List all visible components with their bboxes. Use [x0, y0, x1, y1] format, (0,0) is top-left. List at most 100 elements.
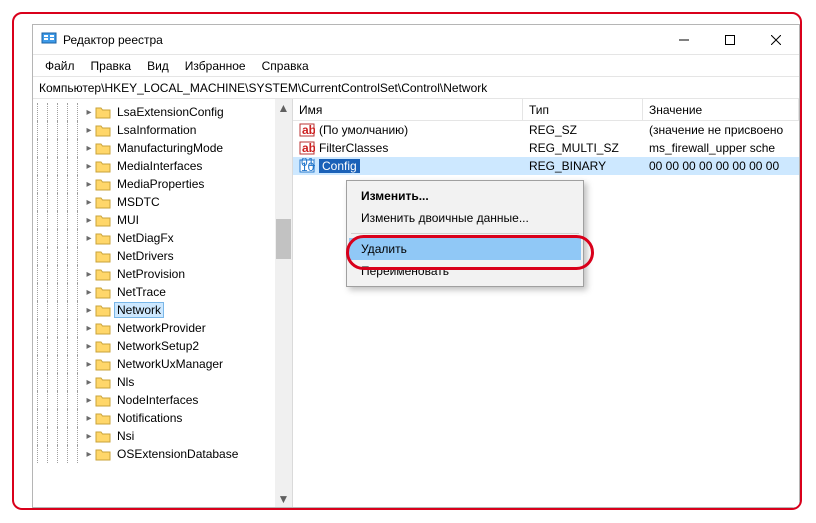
- expand-icon[interactable]: ▸: [83, 287, 95, 298]
- folder-icon: [95, 195, 111, 209]
- expand-icon[interactable]: ▸: [83, 143, 95, 154]
- address-text: Компьютер\HKEY_LOCAL_MACHINE\SYSTEM\Curr…: [39, 81, 487, 95]
- context-item[interactable]: Переименовать: [349, 260, 581, 282]
- expand-icon[interactable]: ▸: [83, 359, 95, 370]
- tree-item[interactable]: ▸MediaProperties: [33, 175, 292, 193]
- tree-item[interactable]: ▸Notifications: [33, 409, 292, 427]
- window-title: Редактор реестра: [63, 33, 163, 47]
- context-menu: Изменить...Изменить двоичные данные... Уд…: [346, 180, 584, 287]
- value-type: REG_MULTI_SZ: [523, 141, 643, 155]
- folder-icon: [95, 267, 111, 281]
- folder-icon: [95, 231, 111, 245]
- folder-icon: [95, 447, 111, 461]
- column-value[interactable]: Значение: [643, 99, 799, 120]
- tree-item-label: LsaInformation: [114, 123, 199, 137]
- svg-text:ab: ab: [302, 141, 315, 155]
- tree-item[interactable]: ▸ NetTrace: [33, 283, 292, 301]
- expand-icon[interactable]: ▸: [83, 413, 95, 424]
- value-name: FilterClasses: [319, 141, 388, 155]
- tree-item[interactable]: ▸MSDTC: [33, 193, 292, 211]
- value-list-pane: Имя Тип Значение ab(По умолчанию)REG_SZ(…: [293, 99, 799, 507]
- folder-icon: [95, 393, 111, 407]
- tree-item-label: NetProvision: [114, 267, 188, 281]
- folder-icon: [95, 285, 111, 299]
- string-value-icon: ab: [299, 122, 315, 138]
- tree-item[interactable]: ▸ NetProvision: [33, 265, 292, 283]
- folder-icon: [95, 159, 111, 173]
- column-type[interactable]: Тип: [523, 99, 643, 120]
- tree-item[interactable]: ▸NetworkSetup2: [33, 337, 292, 355]
- tree-item[interactable]: ▸NetworkUxManager: [33, 355, 292, 373]
- expand-icon[interactable]: ▸: [83, 431, 95, 442]
- expand-icon[interactable]: ▸: [83, 269, 95, 280]
- list-row[interactable]: abFilterClassesREG_MULTI_SZms_firewall_u…: [293, 139, 799, 157]
- folder-icon: [95, 303, 111, 317]
- svg-text:ab: ab: [302, 123, 315, 137]
- context-item[interactable]: Изменить...: [349, 185, 581, 207]
- context-item[interactable]: Удалить: [349, 238, 581, 260]
- tree-item[interactable]: ▸MUI: [33, 211, 292, 229]
- tree-item[interactable]: NetDrivers: [33, 247, 292, 265]
- expand-icon[interactable]: ▸: [83, 395, 95, 406]
- tree-item[interactable]: ▸MediaInterfaces: [33, 157, 292, 175]
- maximize-button[interactable]: [707, 25, 753, 55]
- expand-icon[interactable]: ▸: [83, 125, 95, 136]
- expand-icon[interactable]: ▸: [83, 215, 95, 226]
- context-item[interactable]: Изменить двоичные данные...: [349, 207, 581, 229]
- folder-icon: [95, 177, 111, 191]
- tree-pane[interactable]: ▲ ▼ ▸ LsaExtensionConfig ▸ LsaInformation ▸M…: [33, 99, 293, 507]
- folder-icon: [95, 429, 111, 443]
- annotation-border: Редактор реестра Файл Правка Вид Избранн…: [12, 12, 802, 510]
- value-name: Config: [319, 159, 360, 173]
- scroll-down-icon[interactable]: ▼: [275, 490, 292, 507]
- value-name: (По умолчанию): [319, 123, 408, 137]
- minimize-button[interactable]: [661, 25, 707, 55]
- tree-item[interactable]: ▸ LsaExtensionConfig: [33, 103, 292, 121]
- list-header: Имя Тип Значение: [293, 99, 799, 121]
- menu-file[interactable]: Файл: [39, 57, 81, 75]
- menu-help[interactable]: Справка: [256, 57, 315, 75]
- tree-item[interactable]: ▸Network: [33, 301, 292, 319]
- menu-view[interactable]: Вид: [141, 57, 175, 75]
- expand-icon[interactable]: ▸: [83, 323, 95, 334]
- folder-icon: [95, 357, 111, 371]
- tree-item[interactable]: ▸ManufacturingMode: [33, 139, 292, 157]
- tree-item-label: Nls: [114, 375, 137, 389]
- tree-item[interactable]: ▸OSExtensionDatabase: [33, 445, 292, 463]
- scroll-up-icon[interactable]: ▲: [275, 99, 292, 116]
- binary-value-icon: 01101001: [299, 158, 315, 174]
- folder-icon: [95, 141, 111, 155]
- address-bar[interactable]: Компьютер\HKEY_LOCAL_MACHINE\SYSTEM\Curr…: [33, 77, 799, 99]
- expand-icon[interactable]: ▸: [83, 341, 95, 352]
- column-name[interactable]: Имя: [293, 99, 523, 120]
- close-button[interactable]: [753, 25, 799, 55]
- tree-item[interactable]: ▸ NodeInterfaces: [33, 391, 292, 409]
- scroll-thumb[interactable]: [276, 219, 291, 259]
- expand-icon[interactable]: ▸: [83, 233, 95, 244]
- list-row[interactable]: 01101001ConfigREG_BINARY00 00 00 00 00 0…: [293, 157, 799, 175]
- tree-item[interactable]: ▸NetDiagFx: [33, 229, 292, 247]
- menu-favorites[interactable]: Избранное: [179, 57, 252, 75]
- tree-scrollbar[interactable]: ▲ ▼: [275, 99, 292, 507]
- tree-item-label: NetTrace: [114, 285, 169, 299]
- app-icon: [41, 30, 57, 49]
- tree-item[interactable]: ▸NetworkProvider: [33, 319, 292, 337]
- value-type: REG_SZ: [523, 123, 643, 137]
- tree-item-label: NodeInterfaces: [114, 393, 201, 407]
- expand-icon[interactable]: ▸: [83, 161, 95, 172]
- expand-icon[interactable]: ▸: [83, 107, 95, 118]
- expand-icon[interactable]: ▸: [83, 179, 95, 190]
- tree-item-label: LsaExtensionConfig: [114, 105, 227, 119]
- menu-edit[interactable]: Правка: [85, 57, 138, 75]
- expand-icon[interactable]: ▸: [83, 197, 95, 208]
- tree-item[interactable]: ▸ Nls: [33, 373, 292, 391]
- expand-icon[interactable]: ▸: [83, 305, 95, 316]
- tree-item[interactable]: ▸ LsaInformation: [33, 121, 292, 139]
- list-row[interactable]: ab(По умолчанию)REG_SZ(значение не присв…: [293, 121, 799, 139]
- expand-icon[interactable]: ▸: [83, 377, 95, 388]
- folder-icon: [95, 213, 111, 227]
- expand-icon[interactable]: ▸: [83, 449, 95, 460]
- folder-icon: [95, 249, 111, 263]
- tree-item[interactable]: ▸Nsi: [33, 427, 292, 445]
- folder-icon: [95, 321, 111, 335]
